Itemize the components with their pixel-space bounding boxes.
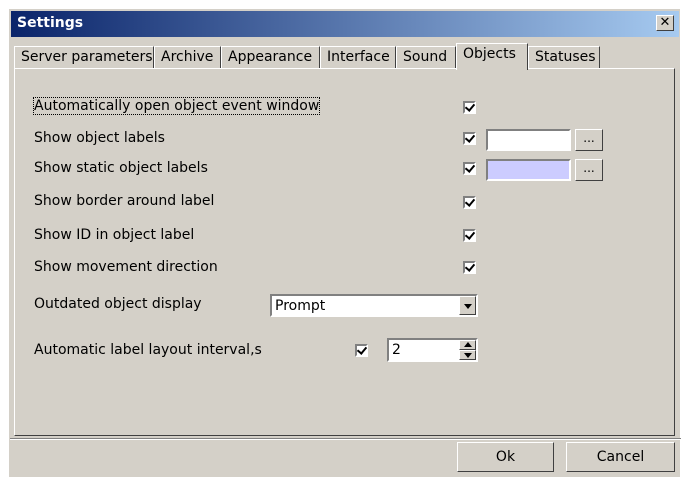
static-label-color-swatch[interactable] — [486, 159, 571, 181]
outdated-object-display-select[interactable]: Prompt — [270, 294, 478, 317]
show-id-in-label-checkbox[interactable] — [463, 229, 476, 242]
static-label-color-browse-button[interactable]: ... — [575, 159, 603, 181]
object-label-color-swatch[interactable] — [486, 129, 571, 151]
show-movement-direction-label: Show movement direction — [34, 259, 218, 275]
settings-dialog: Settings ✕ Server parameters Archive App… — [9, 9, 681, 477]
outdated-object-display-label: Outdated object display — [34, 296, 202, 312]
cancel-button[interactable]: Cancel — [566, 442, 675, 472]
show-border-around-label-checkbox[interactable] — [463, 196, 476, 209]
objects-panel: Automatically open object event window S… — [14, 68, 675, 436]
footer-divider — [10, 438, 681, 440]
show-static-object-labels-checkbox[interactable] — [463, 162, 476, 175]
spin-up-icon[interactable] — [459, 340, 476, 350]
tab-appearance[interactable]: Appearance — [221, 46, 320, 68]
auto-label-layout-interval-checkbox[interactable] — [355, 344, 368, 357]
tab-interface[interactable]: Interface — [320, 46, 396, 68]
title-bar: Settings ✕ — [11, 11, 679, 37]
ok-button[interactable]: Ok — [457, 442, 554, 472]
tab-sound[interactable]: Sound — [396, 46, 456, 68]
show-movement-direction-checkbox[interactable] — [463, 261, 476, 274]
show-border-around-label-label: Show border around label — [34, 193, 215, 209]
close-icon: ✕ — [659, 15, 671, 30]
window-title: Settings — [17, 15, 84, 31]
show-object-labels-label: Show object labels — [34, 130, 165, 146]
tab-objects[interactable]: Objects — [456, 43, 528, 70]
spin-down-icon[interactable] — [459, 350, 476, 360]
show-static-object-labels-label: Show static object labels — [34, 160, 208, 176]
tab-server-parameters[interactable]: Server parameters — [14, 46, 154, 68]
chevron-down-icon[interactable] — [459, 296, 476, 315]
auto-label-layout-interval-spinner[interactable]: 2 — [387, 338, 478, 362]
auto-label-layout-interval-value: 2 — [392, 342, 401, 358]
close-button[interactable]: ✕ — [656, 15, 674, 31]
auto-open-event-window-label: Automatically open object event window — [32, 97, 321, 115]
auto-label-layout-interval-label: Automatic label layout interval,s — [34, 342, 262, 358]
object-label-color-browse-button[interactable]: ... — [575, 129, 603, 151]
tab-statuses[interactable]: Statuses — [528, 46, 600, 68]
show-object-labels-checkbox[interactable] — [463, 132, 476, 145]
tab-archive[interactable]: Archive — [154, 46, 221, 68]
outdated-object-display-value: Prompt — [275, 298, 326, 314]
show-id-in-label-label: Show ID in object label — [34, 227, 195, 243]
auto-open-event-window-checkbox[interactable] — [463, 101, 476, 114]
